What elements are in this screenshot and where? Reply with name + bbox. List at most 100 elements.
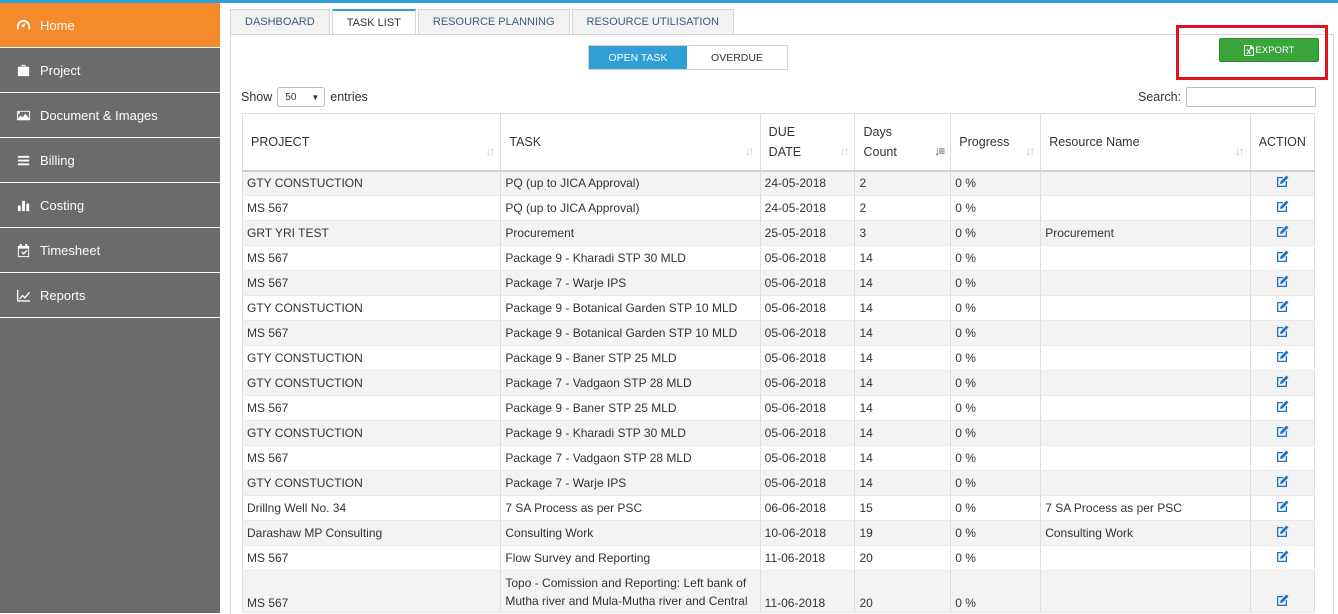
edit-icon[interactable] (1276, 500, 1289, 513)
edit-icon[interactable] (1276, 175, 1289, 188)
resource-name-cell (1040, 295, 1251, 321)
edit-icon[interactable] (1276, 200, 1289, 213)
task-cell: Package 7 - Vadgaon STP 28 MLD (500, 445, 761, 471)
column-header-project[interactable]: PROJECT ↓↑ (241, 113, 502, 172)
edit-icon[interactable] (1276, 300, 1289, 313)
file-excel-icon (1243, 44, 1254, 56)
edit-icon[interactable] (1276, 250, 1289, 263)
action-cell (1249, 320, 1316, 346)
edit-icon[interactable] (1276, 475, 1289, 488)
action-cell (1249, 295, 1316, 321)
table-row: MS 567 Package 7 - Warje IPS 05-06-2018 14 0… (241, 270, 1316, 296)
sidebar-item-document-images[interactable]: Document & Images (0, 93, 220, 138)
task-cell: Package 9 - Botanical Garden STP 10 MLD (500, 320, 761, 346)
task-cell: Package 9 - Kharadi STP 30 MLD (500, 420, 761, 446)
column-header-resource-name[interactable]: Resource Name ↓↑ (1040, 113, 1251, 172)
image-icon (15, 107, 31, 123)
action-cell (1249, 395, 1316, 421)
column-header-days-count[interactable]: Days Count ↓≡ (854, 113, 952, 172)
action-cell (1249, 370, 1316, 396)
action-cell (1249, 570, 1316, 613)
action-cell (1249, 220, 1316, 246)
entries-select[interactable]: 50 ▼ (277, 87, 326, 107)
sidebar-item-costing[interactable]: Costing (0, 183, 220, 228)
table-header-row: PROJECT ↓↑ TASK ↓↑ DUE DATE ↓↑ Days Count ↓≡ P… (241, 113, 1316, 172)
edit-icon[interactable] (1276, 594, 1289, 607)
sidebar-item-label: Billing (40, 152, 75, 168)
progress-cell: 0 % (950, 220, 1042, 246)
overdue-button[interactable]: OVERDUE (687, 46, 787, 69)
resource-name-cell: 7 SA Process as per PSC (1040, 495, 1251, 521)
project-cell: GTY CONSTUCTION (241, 170, 502, 196)
edit-icon[interactable] (1276, 550, 1289, 563)
task-cell: Flow Survey and Reporting (500, 545, 761, 571)
days-count-cell: 14 (854, 370, 952, 396)
search-input[interactable] (1186, 87, 1317, 107)
action-cell (1249, 470, 1316, 496)
progress-cell: 0 % (950, 195, 1042, 221)
sidebar-item-home[interactable]: Home (0, 3, 220, 48)
due-date-cell: 05-06-2018 (759, 370, 856, 396)
edit-icon[interactable] (1276, 450, 1289, 463)
action-cell (1249, 445, 1316, 471)
edit-icon[interactable] (1276, 375, 1289, 388)
tab-resource-planning[interactable]: RESOURCE PLANNING (417, 9, 570, 35)
tab-bar: DASHBOARD TASK LIST RESOURCE PLANNING RE… (230, 9, 736, 36)
tab-task-list[interactable]: TASK LIST (331, 9, 416, 36)
due-date-cell: 05-06-2018 (759, 320, 856, 346)
column-header-progress[interactable]: Progress ↓↑ (950, 113, 1042, 172)
table-row: GRT YRI TEST Procurement 25-05-2018 3 0 % Pro… (241, 220, 1316, 246)
column-header-task[interactable]: TASK ↓↑ (500, 113, 761, 172)
edit-icon[interactable] (1276, 325, 1289, 338)
table-row: GTY CONSTUCTION Package 7 - Vadgaon STP 2… (241, 370, 1316, 396)
open-task-button[interactable]: OPEN TASK (589, 46, 687, 69)
tab-dashboard[interactable]: DASHBOARD (230, 9, 330, 35)
task-cell: Package 9 - Baner STP 25 MLD (500, 345, 761, 371)
sidebar-item-reports[interactable]: Reports (0, 273, 220, 318)
task-cell: Procurement (500, 220, 761, 246)
task-table: PROJECT ↓↑ TASK ↓↑ DUE DATE ↓↑ Days Count ↓≡ P… (241, 113, 1316, 613)
days-count-cell: 19 (854, 520, 952, 546)
sidebar-item-project[interactable]: Project (0, 48, 220, 93)
edit-icon[interactable] (1276, 425, 1289, 438)
due-date-cell: 05-06-2018 (759, 395, 856, 421)
project-cell: Darashaw MP Consulting (241, 520, 502, 546)
task-list-panel: OPEN TASK OVERDUE EXPORT Show 50 ▼ entri… (230, 25, 1334, 614)
sidebar: Home Project Document & Images Billing C… (0, 3, 220, 613)
table-row: MS 567 Package 9 - Kharadi STP 30 MLD 05-0… (241, 245, 1316, 271)
due-date-cell: 24-05-2018 (759, 195, 856, 221)
due-date-cell: 25-05-2018 (759, 220, 856, 246)
due-date-cell: 05-06-2018 (759, 245, 856, 271)
edit-icon[interactable] (1276, 225, 1289, 238)
task-cell: 7 SA Process as per PSC (500, 495, 761, 521)
table-row: GTY CONSTUCTION Package 9 - Kharadi STP 3… (241, 420, 1316, 446)
sort-ascending-icon: ↓≡ (934, 143, 945, 158)
edit-icon[interactable] (1276, 350, 1289, 363)
tab-resource-utilisation[interactable]: RESOURCE UTILISATION (571, 9, 734, 35)
days-count-cell: 14 (854, 420, 952, 446)
column-header-action: ACTION (1249, 113, 1316, 172)
column-header-due-date[interactable]: DUE DATE ↓↑ (759, 113, 856, 172)
resource-name-cell (1040, 245, 1251, 271)
due-date-cell: 05-06-2018 (759, 345, 856, 371)
edit-icon[interactable] (1276, 525, 1289, 538)
days-count-cell: 3 (854, 220, 952, 246)
project-cell: GRT YRI TEST (241, 220, 502, 246)
task-cell: Package 9 - Baner STP 25 MLD (500, 395, 761, 421)
project-cell: MS 567 (241, 445, 502, 471)
edit-icon[interactable] (1276, 400, 1289, 413)
sort-icon: ↓↑ (839, 143, 849, 158)
days-count-cell: 20 (854, 545, 952, 571)
sidebar-item-billing[interactable]: Billing (0, 138, 220, 183)
export-button[interactable]: EXPORT (1219, 38, 1319, 62)
edit-icon[interactable] (1276, 275, 1289, 288)
project-cell: MS 567 (241, 320, 502, 346)
progress-cell: 0 % (950, 320, 1042, 346)
search-control: Search: (1138, 87, 1317, 107)
progress-cell: 0 % (950, 445, 1042, 471)
table-row: GTY CONSTUCTION PQ (up to JICA Approval) 2… (241, 170, 1316, 196)
table-row: MS 567 PQ (up to JICA Approval) 24-05-2018… (241, 195, 1316, 221)
sidebar-item-timesheet[interactable]: Timesheet (0, 228, 220, 273)
table-row: MS 567 Flow Survey and Reporting 11-06-201… (241, 545, 1316, 571)
sort-icon: ↓↑ (744, 143, 755, 158)
